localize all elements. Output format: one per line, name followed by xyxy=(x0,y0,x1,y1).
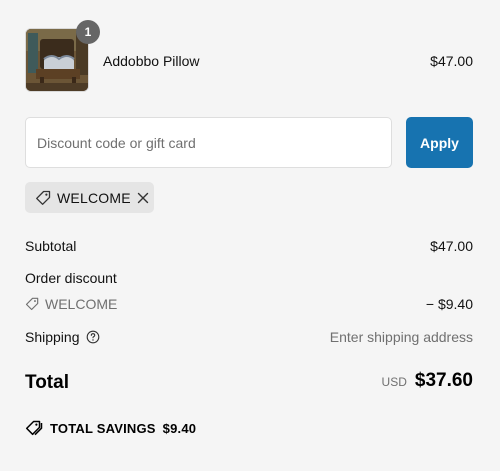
order-discount-row: Order discount xyxy=(25,270,473,290)
total-savings-row: TOTAL SAVINGS $9.40 xyxy=(25,418,196,438)
order-discount-code-label: WELCOME xyxy=(45,296,118,312)
quantity-badge: 1 xyxy=(76,20,100,44)
total-savings-value: $9.40 xyxy=(162,420,197,436)
order-discount-code-row: WELCOME − $9.40 xyxy=(25,296,473,316)
currency-code: USD xyxy=(381,375,407,389)
product-thumbnail-wrap: 1 xyxy=(25,20,100,92)
total-label: Total xyxy=(25,372,69,393)
subtotal-value: $47.00 xyxy=(430,238,473,254)
shipping-row: Shipping Enter shipping address xyxy=(25,329,473,349)
discount-code-input[interactable] xyxy=(25,117,392,168)
subtotal-label: Subtotal xyxy=(25,238,77,254)
tag-icon xyxy=(25,297,39,311)
close-icon[interactable] xyxy=(137,192,149,204)
product-price: $47.00 xyxy=(430,53,473,69)
tag-icon xyxy=(35,190,51,206)
help-circle-icon[interactable] xyxy=(86,330,100,344)
order-discount-value: − $9.40 xyxy=(425,296,473,312)
total-row: Total USD $37.60 xyxy=(25,370,473,398)
shipping-label: Shipping xyxy=(25,329,80,345)
order-summary: 1 Addobbo Pillow $47.00 Apply WELCOME Su… xyxy=(0,0,500,471)
product-name: Addobbo Pillow xyxy=(103,53,200,69)
total-amount: $37.60 xyxy=(414,370,473,391)
shipping-label-group: Shipping xyxy=(25,329,100,345)
applied-discount-chip: WELCOME xyxy=(25,182,154,213)
total-value-group: USD $37.60 xyxy=(382,370,473,392)
apply-discount-button[interactable]: Apply xyxy=(406,117,473,168)
savings-tag-icon xyxy=(25,420,43,436)
applied-code-label: WELCOME xyxy=(57,189,131,206)
shipping-value: Enter shipping address xyxy=(329,329,473,345)
order-discount-code: WELCOME xyxy=(25,296,117,312)
order-discount-label: Order discount xyxy=(25,270,117,286)
total-savings-label: TOTAL SAVINGS xyxy=(50,420,156,436)
subtotal-row: Subtotal $47.00 xyxy=(25,238,473,258)
line-item: 1 Addobbo Pillow $47.00 xyxy=(25,20,473,92)
